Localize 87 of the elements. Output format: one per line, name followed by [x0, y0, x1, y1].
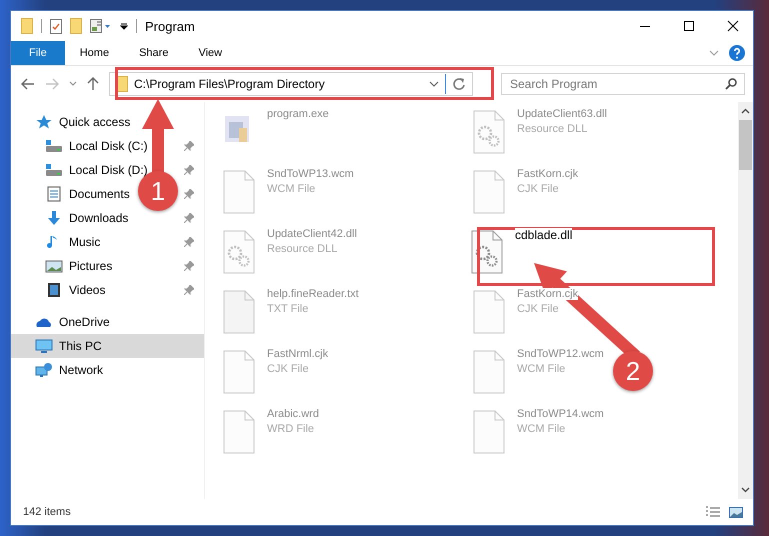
file-type: Resource DLL	[517, 123, 588, 135]
file-type: CJK File	[517, 183, 559, 195]
file-name: SndToWP13.wcm	[267, 168, 354, 180]
maximize-icon[interactable]	[683, 20, 695, 32]
network-icon	[35, 362, 53, 378]
file-icon	[471, 170, 507, 214]
file-icon	[471, 350, 507, 394]
drive-icon	[45, 138, 63, 154]
document-icon	[45, 186, 63, 202]
sidebar-item[interactable]: Network	[59, 363, 104, 377]
sidebar-item[interactable]: Videos	[69, 283, 106, 297]
scrollbar[interactable]	[738, 102, 753, 499]
sidebar-item[interactable]: Downloads	[69, 211, 128, 225]
download-arrow-icon	[45, 210, 63, 226]
pin-icon[interactable]	[184, 189, 194, 199]
sidebar-item[interactable]: Quick access	[59, 115, 130, 129]
file-icon	[221, 410, 257, 454]
file-name: UpdateClient42.dll	[267, 228, 357, 240]
sidebar-item[interactable]: OneDrive	[59, 315, 110, 329]
drive-icon	[45, 162, 63, 178]
details-view-icon[interactable]	[705, 506, 721, 518]
gear-file-icon	[471, 110, 507, 154]
up-arrow-icon[interactable]	[87, 77, 99, 91]
pin-icon[interactable]	[184, 213, 194, 223]
pin-icon[interactable]	[184, 141, 194, 151]
file-name: Arabic.wrd	[267, 408, 319, 420]
file-name: FastKorn.cjk	[517, 288, 578, 300]
file-type: WRD File	[267, 423, 314, 435]
search-field[interactable]: Search Program	[501, 73, 745, 95]
scroll-thumb[interactable]	[739, 120, 752, 170]
close-icon[interactable]	[727, 20, 739, 32]
file-type: CJK File	[517, 303, 559, 315]
file-name: SndToWP12.wcm	[517, 348, 604, 360]
monitor-icon	[35, 338, 53, 354]
pin-icon[interactable]	[184, 261, 194, 271]
file-name: FastKorn.cjk	[517, 168, 578, 180]
chevron-icon[interactable]	[429, 80, 439, 88]
pin-icon[interactable]	[184, 237, 194, 247]
file-type: WCM File	[267, 183, 316, 195]
refresh-icon[interactable]	[452, 77, 466, 91]
file-type: CJK File	[267, 363, 309, 375]
file-name: program.exe	[267, 108, 329, 120]
search-icon[interactable]	[725, 78, 737, 90]
sidebar-item[interactable]: This PC	[59, 339, 102, 353]
sidebar-item[interactable]: Music	[69, 235, 100, 249]
file-name: UpdateClient63.dll	[517, 108, 607, 120]
help-icon[interactable]	[729, 45, 745, 61]
file-icon	[471, 290, 507, 334]
gear-file-icon	[469, 230, 505, 274]
gear-file-icon	[221, 230, 257, 274]
film-icon	[45, 282, 63, 298]
ribbon-tab[interactable]: Home	[64, 41, 124, 65]
file-icon	[471, 410, 507, 454]
star-icon	[35, 114, 53, 130]
file-name: SndToWP14.wcm	[517, 408, 604, 420]
chevron-icon[interactable]	[69, 81, 77, 87]
file-type: Resource DLL	[267, 243, 338, 255]
properties-icon[interactable]	[90, 19, 112, 33]
picture-icon	[45, 258, 63, 274]
back-arrow-icon[interactable]	[21, 78, 35, 90]
pin-icon[interactable]	[184, 285, 194, 295]
file-name: cdblade.dll	[515, 228, 572, 242]
ribbon-tab[interactable]: Share	[124, 41, 184, 65]
step-badge: 2	[613, 351, 653, 391]
file-type: WCM File	[517, 423, 566, 435]
item-count: 142 items	[23, 506, 71, 518]
sidebar-item[interactable]: Documents	[69, 187, 130, 201]
large-icons-view-icon[interactable]	[729, 506, 743, 518]
file-icon	[221, 290, 257, 334]
file-name: help.fineReader.txt	[267, 288, 359, 300]
scroll-up-icon[interactable]	[741, 108, 750, 114]
file-name: FastNrml.cjk	[267, 348, 328, 360]
sidebar-item[interactable]: Pictures	[69, 259, 112, 273]
window-title: Program	[145, 18, 195, 34]
dropdown-icon[interactable]	[120, 22, 128, 30]
file-type: WCM File	[517, 363, 566, 375]
address-path: C:\Program Files\Program Directory	[134, 77, 326, 91]
file-type: TXT File	[267, 303, 308, 315]
pin-icon[interactable]	[184, 165, 194, 175]
scroll-down-icon[interactable]	[741, 487, 750, 493]
file-icon	[221, 350, 257, 394]
checklist-icon[interactable]	[50, 18, 62, 34]
ribbon-tab[interactable]: View	[183, 41, 238, 65]
sidebar-item[interactable]: Local Disk (C:)	[69, 139, 148, 153]
file-icon	[221, 170, 257, 214]
file-menu-button[interactable]: File	[11, 41, 65, 65]
address-bar[interactable]: C:\Program Files\Program Directory	[109, 72, 473, 96]
